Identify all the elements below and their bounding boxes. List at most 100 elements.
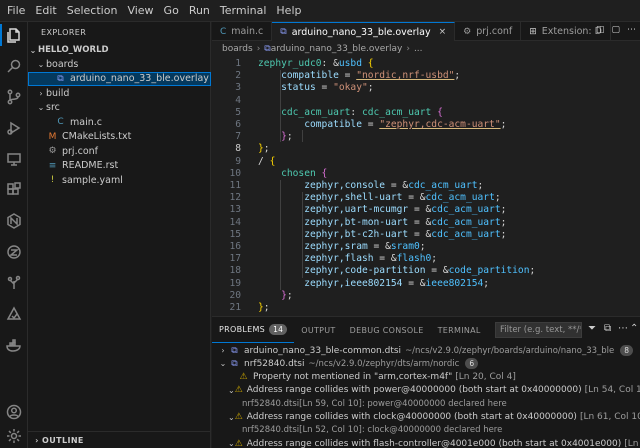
- code-line[interactable]: 17 zephyr,flash = &flash0;: [212, 253, 640, 265]
- problem-row[interactable]: ⌄ ⚠ Address range collides with power@4000…: [212, 384, 640, 397]
- line-number: 9: [235, 155, 241, 167]
- code-token: "nordic,nrf-usbd": [356, 70, 455, 82]
- panel-tab-problems[interactable]: PROBLEMS 14: [212, 317, 295, 343]
- code-line[interactable]: 20 };: [212, 290, 640, 302]
- code-line[interactable]: 10 chosen {: [212, 168, 640, 180]
- explorer-item-label: main.c: [70, 116, 102, 128]
- explorer-item[interactable]: ⧉ arduino_nano_33_ble.overlay: [28, 71, 211, 86]
- explorer-icon[interactable]: [3, 24, 25, 46]
- problem-row[interactable]: ⌄ ⚠ Address range collides with clock@4000…: [212, 411, 640, 424]
- code-line[interactable]: 11 zephyr,console = &cdc_acm_uart;: [212, 180, 640, 192]
- more-options-icon[interactable]: ⋯: [618, 323, 628, 334]
- menu-item-selection[interactable]: Selection: [62, 0, 123, 22]
- code-token: cdc_acm_uart: [361, 106, 432, 118]
- problem-file-row[interactable]: › ⧉ arduino_nano_33_ble-common.dtsi ~/ncs/v…: [212, 344, 640, 357]
- code-text: zephyr,code-partition = &code_partition;: [258, 265, 535, 277]
- code-text: / {: [258, 156, 275, 168]
- code-line[interactable]: 18 zephyr,code-partition = &code_partiti…: [212, 265, 640, 277]
- menu-item-view[interactable]: View: [122, 0, 158, 22]
- explorer-item[interactable]: › build: [28, 86, 211, 100]
- explorer-item[interactable]: ⌄ boards: [28, 57, 211, 71]
- settings-gear-icon[interactable]: [3, 425, 25, 447]
- code-token: ;: [477, 180, 484, 191]
- extensions-icon[interactable]: [3, 179, 25, 201]
- problem-file-row[interactable]: ⌄ ⧉ nrf52840.dtsi ~/ncs/v2.9.0/zephyr/dts/a…: [212, 357, 640, 370]
- code-token: {: [367, 58, 374, 69]
- breadcrumb-item[interactable]: arduino_nano_33_ble.overlay: [271, 44, 403, 54]
- split-editor-icon[interactable]: ◫: [596, 25, 605, 35]
- search-icon[interactable]: [3, 55, 25, 77]
- workspace-root[interactable]: ⌄ HELLO_WORLD: [28, 43, 211, 57]
- zephyr-icon[interactable]: [3, 241, 25, 263]
- collapse-all-icon[interactable]: ⧉: [604, 323, 611, 334]
- code-token: ;: [263, 302, 270, 313]
- chevron-up-icon[interactable]: ⌃: [630, 323, 638, 334]
- code-line[interactable]: 6 compatible = "zephyr,cdc-acm-uart";: [212, 119, 640, 131]
- docker-icon[interactable]: [3, 334, 25, 356]
- code-editor[interactable]: 1 zephyr_udc0: &usbd {2 compatible = "nor…: [212, 56, 640, 316]
- explorer-item[interactable]: ⚙ prj.conf: [28, 144, 211, 158]
- remote-explorer-icon[interactable]: [3, 148, 25, 170]
- explorer-item[interactable]: ! sample.yaml: [28, 173, 211, 187]
- problem-row[interactable]: ⌄ ⚠ Address range collides with flash-cont…: [212, 437, 640, 448]
- panel-tab-terminal[interactable]: TERMINAL: [431, 317, 488, 343]
- menu-item-run[interactable]: Run: [184, 0, 215, 22]
- menu-item-go[interactable]: Go: [159, 0, 184, 22]
- problems-filter-input[interactable]: Filter (e.g. text, **/*.ts, !**/node_mod…: [495, 322, 582, 338]
- related-info-row[interactable]: nrf52840.dtsi[Ln 59, Col 10]: power@4000…: [212, 397, 640, 410]
- explorer-item[interactable]: ⌄ src: [28, 101, 211, 115]
- menu-item-help[interactable]: Help: [271, 0, 306, 22]
- explorer-item[interactable]: Cmain.c: [28, 115, 211, 129]
- panel-tab-label: PROBLEMS: [219, 325, 266, 334]
- file-type-icon: ≡: [48, 160, 57, 171]
- chevron-down-icon: ⌄: [37, 59, 45, 69]
- code-line[interactable]: 9 / {: [212, 156, 640, 168]
- code-line[interactable]: 2 compatible = "nordic,nrf-usbd";: [212, 70, 640, 82]
- explorer-item[interactable]: M CMakeLists.txt: [28, 130, 211, 144]
- code-text: cdc_acm_uart: cdc_acm_uart {: [258, 107, 443, 119]
- outline-section[interactable]: › OUTLINE: [28, 431, 211, 448]
- code-token: zephyr,shell-uart: [304, 192, 403, 204]
- tab-prj-conf[interactable]: ⚙ prj.conf: [455, 22, 522, 41]
- related-info-row[interactable]: nrf52840.dtsi[Ln 52, Col 10]: clock@4000…: [212, 424, 640, 437]
- tree-icon[interactable]: [3, 272, 25, 294]
- more-actions-icon[interactable]: ⋯: [627, 25, 636, 35]
- panel-tab-debug-console[interactable]: DEBUG CONSOLE: [343, 317, 431, 343]
- nordic-icon[interactable]: [3, 210, 25, 232]
- code-line[interactable]: 15 zephyr,bt-c2h-uart = &cdc_acm_uart;: [212, 229, 640, 241]
- code-line[interactable]: 14 zephyr,bt-mon-uart = &cdc_acm_uart;: [212, 217, 640, 229]
- source-control-icon[interactable]: [3, 86, 25, 108]
- code-line[interactable]: 3 status = "okay";: [212, 82, 640, 94]
- code-line[interactable]: 12 zephyr,shell-uart = &cdc_acm_uart;: [212, 192, 640, 204]
- explorer-item[interactable]: ≡ README.rst: [28, 159, 211, 173]
- breadcrumb-item[interactable]: ...: [414, 44, 423, 54]
- code-line[interactable]: 4: [212, 95, 640, 107]
- close-icon[interactable]: ×: [439, 27, 447, 37]
- toggle-layout-icon[interactable]: ▢: [611, 25, 620, 35]
- menu-item-terminal[interactable]: Terminal: [215, 0, 272, 22]
- code-line[interactable]: 19 zephyr,ieee802154 = &ieee802154;: [212, 278, 640, 290]
- code-token: /: [258, 155, 270, 167]
- code-line[interactable]: 13 zephyr,uart-mcumgr = &cdc_acm_uart;: [212, 204, 640, 216]
- problem-count-badge: 8: [620, 345, 634, 356]
- code-line[interactable]: 7 };: [212, 131, 640, 143]
- breadcrumb-item[interactable]: boards: [222, 44, 253, 54]
- problem-row[interactable]: ⚠ Property not mentioned in "arm,cortex-m…: [212, 371, 640, 384]
- code-line[interactable]: 5 cdc_acm_uart: cdc_acm_uart {: [212, 107, 640, 119]
- run-debug-icon[interactable]: [3, 117, 25, 139]
- code-line[interactable]: 1 zephyr_udc0: &usbd {: [212, 58, 640, 70]
- tab-arduino-nano-33-ble-overlay[interactable]: ⧉ arduino_nano_33_ble.overlay ×: [272, 22, 456, 41]
- testing-icon[interactable]: [3, 303, 25, 325]
- tab-main-c[interactable]: Cmain.c: [212, 22, 273, 41]
- code-token: ;: [500, 204, 507, 216]
- menu-item-edit[interactable]: Edit: [30, 0, 61, 22]
- code-line[interactable]: 8};: [212, 143, 640, 155]
- code-line[interactable]: 16 zephyr,sram = &sram0;: [212, 241, 640, 253]
- panel-tab-output[interactable]: OUTPUT: [294, 317, 342, 343]
- code-line[interactable]: 21};: [212, 302, 640, 314]
- filter-icon[interactable]: ⏷: [588, 323, 596, 334]
- menu-item-file[interactable]: File: [2, 0, 30, 22]
- account-icon[interactable]: [3, 401, 25, 423]
